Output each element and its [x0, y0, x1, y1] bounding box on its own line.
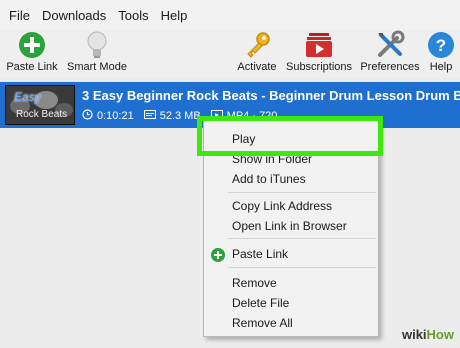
watermark-part2: How [426, 327, 454, 342]
plus-icon [211, 248, 225, 262]
menu-separator [228, 238, 376, 239]
plus-icon [18, 30, 46, 60]
menu-item-show-in-folder[interactable]: Show in Folder [232, 152, 312, 166]
watermark: wikiHow [402, 327, 454, 342]
key-icon [243, 30, 271, 60]
menu-tools[interactable]: Tools [113, 8, 153, 23]
activate-button[interactable]: Activate [234, 30, 280, 78]
menu-downloads[interactable]: Downloads [37, 8, 111, 23]
menu-separator [228, 192, 376, 193]
paste-link-label: Paste Link [6, 61, 58, 73]
file-size-icon [143, 110, 160, 122]
video-thumbnail: Easy Rock Beats [5, 85, 75, 125]
subscriptions-icon [304, 30, 334, 60]
thumbnail-text-top: Easy [14, 90, 41, 104]
menu-item-remove-all[interactable]: Remove All [232, 316, 293, 330]
menu-item-copy-link-address[interactable]: Copy Link Address [232, 199, 332, 213]
clock-icon [82, 109, 97, 123]
menu-item-play[interactable]: Play [232, 132, 255, 146]
menu-item-open-link-in-browser[interactable]: Open Link in Browser [232, 219, 347, 233]
help-icon: ? [427, 30, 455, 60]
watermark-part1: wiki [401, 327, 427, 342]
menu-item-paste-link[interactable]: Paste Link [232, 247, 288, 261]
download-duration: 0:10:21 [97, 110, 134, 122]
thumbnail-text-bottom: Rock Beats [16, 109, 68, 120]
activate-label: Activate [237, 61, 277, 73]
subscriptions-label: Subscriptions [285, 61, 353, 73]
toolbar: Paste Link Smart Mode Activate Subscript… [0, 30, 460, 78]
menu-item-remove[interactable]: Remove [232, 276, 277, 290]
paste-link-button[interactable]: Paste Link [6, 30, 58, 78]
preferences-label: Preferences [360, 61, 420, 73]
menu-item-add-to-itunes[interactable]: Add to iTunes [232, 172, 306, 186]
menu-item-delete-file[interactable]: Delete File [232, 296, 289, 310]
preferences-button[interactable]: Preferences [360, 30, 420, 78]
tools-icon [375, 30, 405, 60]
menu-file[interactable]: File [4, 8, 35, 23]
svg-text:?: ? [436, 36, 446, 55]
lightbulb-icon [85, 30, 109, 60]
menu-help[interactable]: Help [156, 8, 193, 23]
download-title: 3 Easy Beginner Rock Beats - Beginner Dr… [82, 88, 460, 103]
smart-mode-label: Smart Mode [67, 61, 127, 73]
subscriptions-button[interactable]: Subscriptions [285, 30, 353, 78]
help-label: Help [429, 61, 453, 73]
download-size: 52.3 MB [159, 110, 201, 122]
menu-bar: File Downloads Tools Help [0, 0, 460, 30]
context-menu: Play Show in Folder Add to iTunes Copy L… [203, 119, 379, 337]
help-button[interactable]: ? Help [425, 30, 457, 78]
menu-separator [228, 267, 376, 268]
smart-mode-button[interactable]: Smart Mode [66, 30, 128, 78]
